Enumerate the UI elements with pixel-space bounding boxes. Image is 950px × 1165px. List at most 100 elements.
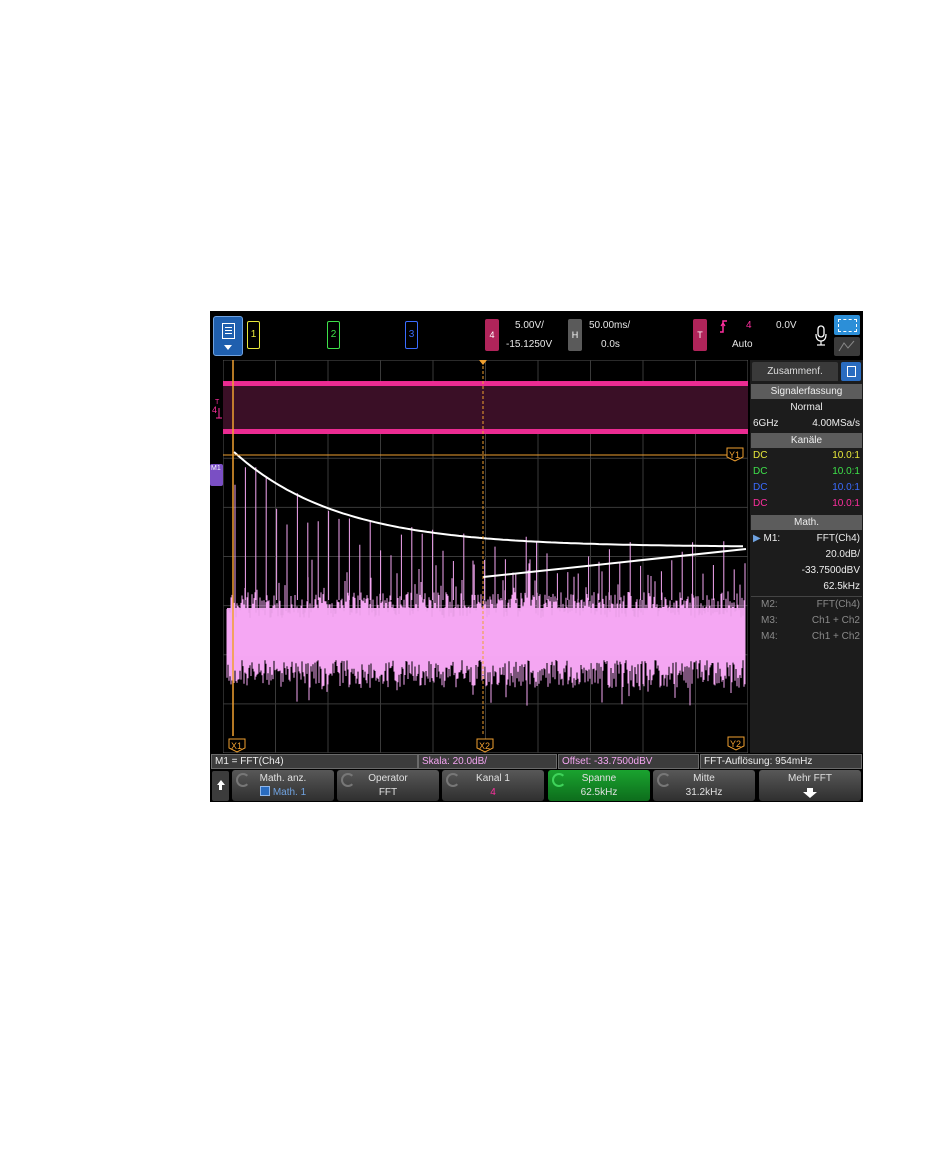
- math-offset-display: Offset: -33.7500dBV: [558, 754, 699, 769]
- math-m4-row[interactable]: M4: Ch1 + Ch2: [753, 629, 860, 645]
- softkey-value: 62.5kHz: [580, 787, 618, 798]
- m1-offset: -33.7500dBV: [801, 565, 860, 576]
- math-label: M3:: [761, 615, 778, 626]
- sample-rate: 4.00MSa/s: [812, 418, 860, 429]
- softkey-source[interactable]: Kanal 1 4: [442, 770, 544, 801]
- channel-row-1[interactable]: DC 10.0:1: [753, 448, 860, 464]
- ch4-marker-label: 4: [212, 405, 217, 415]
- channel-3-indicator[interactable]: 3: [405, 321, 418, 349]
- top-status-bar: 1 2 3 4 5.00V/ -15.1250V H 50.00ms/ 0.0s…: [210, 311, 863, 359]
- ch4-ground-marker[interactable]: T 4: [212, 396, 223, 422]
- ch4-scale: 5.00V/: [515, 320, 544, 331]
- m1-scale: 20.0dB/: [825, 549, 860, 560]
- checkbox-icon: [259, 786, 270, 796]
- channel-coupling: DC: [753, 450, 768, 461]
- ch4-band: [223, 382, 748, 434]
- acquisition-header: Signalerfassung: [751, 384, 862, 399]
- softkey-center[interactable]: Mitte 31.2kHz: [653, 770, 755, 801]
- channel-coupling: DC: [753, 466, 768, 477]
- menu-icon: [222, 323, 235, 339]
- m1-label: M1:: [763, 533, 781, 544]
- softkey-label: Operator: [368, 773, 408, 784]
- waveform-display[interactable]: Y1 X1 X2 Y2: [223, 360, 748, 753]
- oscilloscope-screen: 1 2 3 4 5.00V/ -15.1250V H 50.00ms/ 0.0s…: [210, 311, 863, 802]
- trigger-level: 0.0V: [776, 320, 797, 331]
- softkey-operator[interactable]: Operator FFT: [337, 770, 439, 801]
- bandwidth: 6GHz: [753, 418, 779, 429]
- tab-summary[interactable]: Zusammenf.: [752, 362, 838, 381]
- acquisition-mode: Normal: [790, 402, 823, 413]
- softkey-value: 4: [490, 787, 496, 798]
- math-function: Ch1 + Ch2: [811, 615, 860, 626]
- softkey-more-fft[interactable]: Mehr FFT: [759, 770, 861, 801]
- microphone-icon[interactable]: [815, 325, 827, 347]
- cursor-y1-tag-text: Y1: [729, 450, 740, 460]
- math-function: Ch1 + Ch2: [811, 631, 860, 642]
- ch4-trace-low: [223, 429, 748, 434]
- softkey-bar: Math. anz. Math. 1 Operator FFT Kanal 1 …: [210, 769, 863, 802]
- acquisition-rate-row: 6GHz 4.00MSa/s: [753, 416, 860, 432]
- back-button[interactable]: [212, 771, 229, 801]
- channel-probe: 10.0:1: [832, 466, 860, 477]
- channel-coupling: DC: [753, 498, 768, 509]
- channel-row-4[interactable]: DC 10.0:1: [753, 496, 860, 512]
- document-icon: [847, 366, 856, 377]
- channel-2-indicator[interactable]: 2: [327, 321, 340, 349]
- softkey-label: Kanal 1: [476, 773, 510, 784]
- channels-header: Kanäle: [751, 433, 862, 448]
- softkey-value: Math. 1: [232, 786, 334, 800]
- ch4-trace-high: [223, 381, 748, 386]
- math-label: M4:: [761, 631, 778, 642]
- trigger-source: 4: [746, 320, 752, 331]
- zoom-select-icon[interactable]: [834, 315, 860, 335]
- arrow-down-icon: [803, 788, 817, 798]
- m1-span: 62.5kHz: [823, 581, 860, 592]
- channel-4-tag[interactable]: 4: [485, 319, 499, 351]
- trigger-mode: Auto: [732, 339, 753, 350]
- main-menu-button[interactable]: [213, 316, 243, 356]
- math-m1-marker[interactable]: M1: [210, 464, 223, 486]
- horizontal-scale: 50.00ms/: [589, 320, 631, 331]
- math-function-display: M1 = FFT(Ch4): [211, 754, 418, 769]
- m1-function: FFT(Ch4): [816, 533, 860, 544]
- channel-probe: 10.0:1: [832, 482, 860, 493]
- math-label: M2:: [761, 599, 778, 610]
- trigger-tag[interactable]: T: [693, 319, 707, 351]
- cursor-x2-tag-text: X2: [479, 741, 490, 751]
- softkey-label: Mehr FFT: [788, 773, 832, 784]
- math-marker-label: M1: [211, 465, 221, 472]
- fft-noise-core: [227, 608, 744, 656]
- channel-row-2[interactable]: DC 10.0:1: [753, 464, 860, 480]
- fft-resolution-display: FFT-Auflösung: 954mHz: [700, 754, 862, 769]
- softkey-label: Math. anz.: [259, 773, 307, 784]
- softkey-math-display[interactable]: Math. anz. Math. 1: [232, 770, 334, 801]
- panel-menu-button[interactable]: [841, 362, 861, 381]
- cursor-x1-tag-text: X1: [231, 741, 242, 751]
- side-panel: Zusammenf. Signalerfassung Normal 6GHz 4…: [750, 360, 863, 753]
- softkey-span[interactable]: Spanne 62.5kHz: [548, 770, 650, 801]
- math-m3-row[interactable]: M3: Ch1 + Ch2: [753, 613, 860, 629]
- channel-probe: 10.0:1: [832, 450, 860, 461]
- measure-icon[interactable]: [834, 337, 860, 356]
- channel-probe: 10.0:1: [832, 498, 860, 509]
- channel-1-indicator[interactable]: 1: [247, 321, 260, 349]
- softkey-value: FFT: [378, 787, 398, 798]
- trigger-edge-icon: [720, 320, 727, 333]
- horizontal-delay: 0.0s: [601, 339, 620, 350]
- math-header: Math.: [751, 515, 862, 530]
- chevron-down-icon: [224, 345, 232, 350]
- cursor-y2-tag-text: Y2: [730, 739, 741, 749]
- math-m2-row[interactable]: M2: FFT(Ch4): [753, 597, 860, 613]
- horizontal-tag[interactable]: H: [568, 319, 582, 351]
- softkey-label: Mitte: [693, 773, 715, 784]
- math-m1-row[interactable]: ▶ M1: FFT(Ch4): [753, 531, 860, 547]
- math-function: FFT(Ch4): [816, 599, 860, 610]
- softkey-label: Spanne: [581, 773, 617, 784]
- selected-arrow-icon: ▶: [753, 533, 761, 544]
- math-status-bar: M1 = FFT(Ch4) Skala: 20.0dB/ Offset: -33…: [210, 753, 863, 769]
- channel-row-3[interactable]: DC 10.0:1: [753, 480, 860, 496]
- softkey-value: 31.2kHz: [685, 787, 723, 798]
- channel-coupling: DC: [753, 482, 768, 493]
- math-scale-display: Skala: 20.0dB/: [418, 754, 557, 769]
- ch4-offset: -15.1250V: [506, 339, 553, 350]
